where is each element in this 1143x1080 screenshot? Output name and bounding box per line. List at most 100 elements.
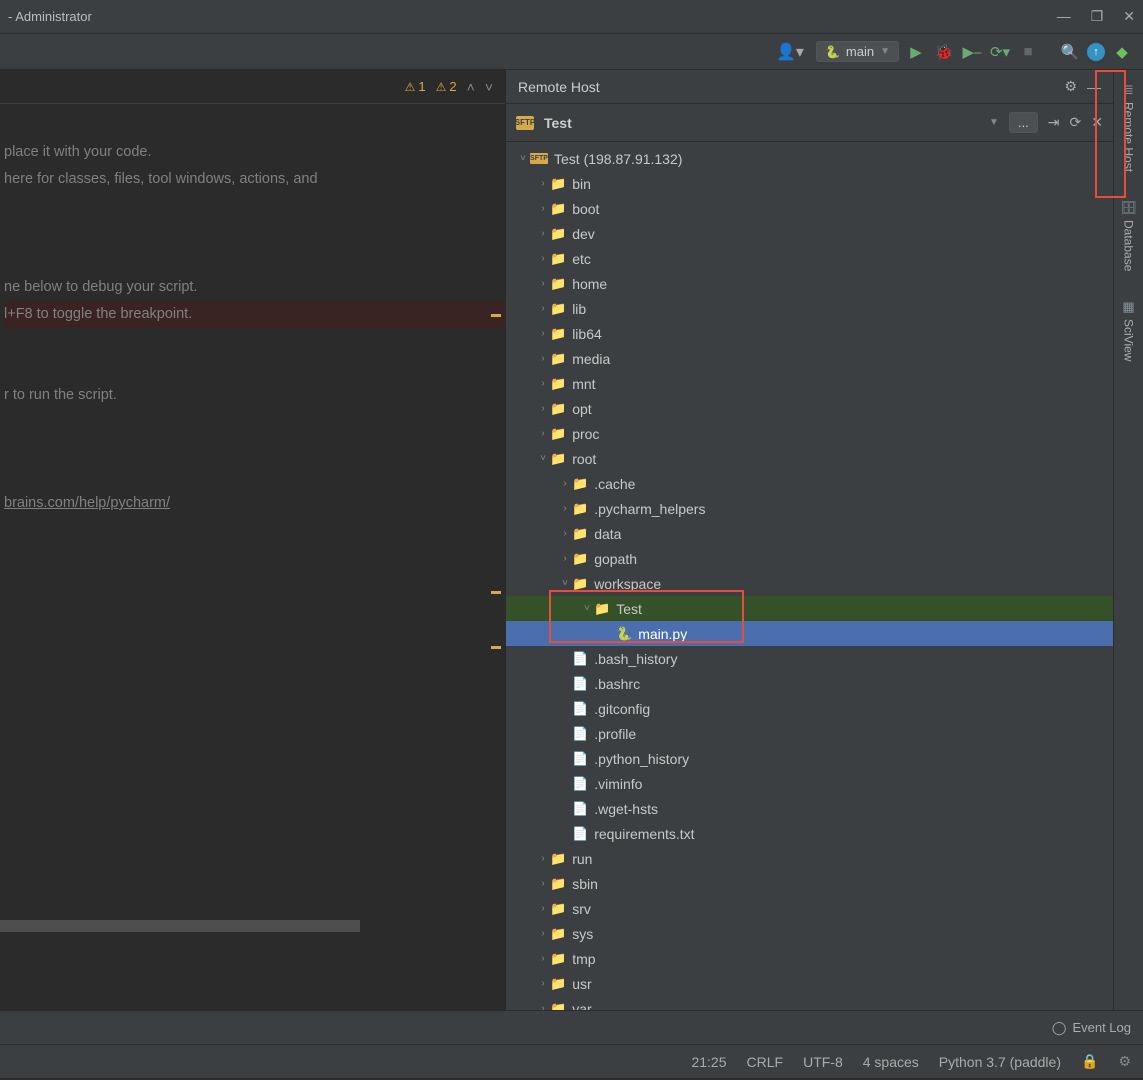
tree-label: mnt [572, 376, 595, 392]
tree-file[interactable]: 📄.bashrc [506, 671, 1113, 696]
chevron-right-icon: › [536, 928, 550, 939]
chevron-right-icon: › [536, 853, 550, 864]
tree-file[interactable]: 📄.viminfo [506, 771, 1113, 796]
tree-label: opt [572, 401, 591, 417]
profile-button[interactable]: ⟳▾ [989, 43, 1011, 61]
chevron-down-icon: ˅ [516, 153, 530, 164]
maximize-button[interactable]: ❐ [1091, 8, 1104, 25]
chevron-right-icon: › [536, 328, 550, 339]
stop-button[interactable]: ■ [1017, 43, 1039, 60]
chevron-down-icon[interactable]: ▼ [989, 117, 999, 128]
tree-file[interactable]: 📄.gitconfig [506, 696, 1113, 721]
tree-label: srv [572, 901, 591, 917]
tree-folder[interactable]: ›📁sbin [506, 871, 1113, 896]
tree-folder[interactable]: ›📁opt [506, 396, 1113, 421]
upload-button[interactable]: ↑ [1087, 43, 1105, 61]
minimize-button[interactable]: — [1057, 8, 1071, 25]
chevron-right-icon: › [558, 528, 572, 539]
chevron-right-icon: › [536, 1003, 550, 1010]
close-icon[interactable]: ✕ [1091, 114, 1103, 131]
search-button[interactable]: 🔍 [1059, 43, 1081, 61]
sftp-icon: SFTP [516, 116, 534, 130]
tab-remote-host[interactable]: ≣Remote Host [1120, 76, 1138, 178]
tree-file[interactable]: 📄.bash_history [506, 646, 1113, 671]
tree-folder-workspace[interactable]: ˅ 📁 workspace [506, 571, 1113, 596]
horizontal-scrollbar[interactable] [0, 920, 360, 932]
browse-button[interactable]: ... [1009, 112, 1038, 133]
tree-root[interactable]: ˅ SFTP Test (198.87.91.132) [506, 146, 1113, 171]
tree-folder[interactable]: ›📁dev [506, 221, 1113, 246]
tree-folder[interactable]: ›📁proc [506, 421, 1113, 446]
tree-folder[interactable]: ›📁boot [506, 196, 1113, 221]
run-button[interactable]: ▶ [905, 43, 927, 61]
tree-folder[interactable]: ›📁media [506, 346, 1113, 371]
tree-folder[interactable]: ›📁etc [506, 246, 1113, 271]
code-url[interactable]: brains.com/help/pycharm/ [4, 495, 170, 511]
tree-file[interactable]: 📄.wget-hsts [506, 796, 1113, 821]
file-icon: 📄 [572, 751, 588, 767]
tree-file[interactable]: 📄.python_history [506, 746, 1113, 771]
tree-file-main[interactable]: 🐍 main.py [506, 621, 1113, 646]
tree-label: .gitconfig [594, 701, 650, 717]
nav-up[interactable]: ˄ [467, 79, 475, 95]
gear-icon[interactable]: ⚙ [1064, 78, 1077, 95]
run-configuration-selector[interactable]: 🐍 main ▼ [816, 41, 899, 62]
event-log-button[interactable]: ◯ Event Log [1052, 1020, 1131, 1036]
tree-folder[interactable]: ›📁gopath [506, 546, 1113, 571]
tree-folder[interactable]: ›📁srv [506, 896, 1113, 921]
tree-file-requirements[interactable]: 📄 requirements.txt [506, 821, 1113, 846]
tree-folder[interactable]: ›📁mnt [506, 371, 1113, 396]
tree-folder-root[interactable]: ˅ 📁 root [506, 446, 1113, 471]
cursor-position[interactable]: 21:25 [691, 1054, 726, 1070]
tree-folder-test[interactable]: ˅ 📁 Test [506, 596, 1113, 621]
collapse-icon[interactable]: ⇥ [1048, 114, 1060, 131]
folder-icon: 📁 [550, 926, 566, 942]
close-button[interactable]: ✕ [1123, 8, 1135, 25]
file-icon: 📄 [572, 776, 588, 792]
chevron-right-icon: › [536, 303, 550, 314]
code-editor[interactable]: place it with your code. here for classe… [0, 104, 505, 544]
lock-icon[interactable]: 🔒 [1081, 1053, 1098, 1070]
user-icon[interactable]: 👤▾ [776, 42, 804, 62]
tree-folder[interactable]: ›📁tmp [506, 946, 1113, 971]
tree-folder[interactable]: ›📁lib64 [506, 321, 1113, 346]
tree-file[interactable]: 📄.profile [506, 721, 1113, 746]
tab-database[interactable]: 🗄Database [1118, 194, 1139, 277]
indent[interactable]: 4 spaces [863, 1054, 919, 1070]
encoding[interactable]: UTF-8 [803, 1054, 843, 1070]
refresh-icon[interactable]: ⟳ [1070, 114, 1082, 131]
minimize-panel-icon[interactable]: — [1087, 79, 1101, 95]
tab-sciview[interactable]: ▦SciView [1120, 293, 1138, 367]
nav-down[interactable]: ˅ [485, 79, 493, 95]
tree-label: usr [572, 976, 591, 992]
tree-folder[interactable]: ›📁sys [506, 921, 1113, 946]
interpreter[interactable]: Python 3.7 (paddle) [939, 1054, 1061, 1070]
file-tree[interactable]: ˅ SFTP Test (198.87.91.132) ›📁bin›📁boot›… [506, 142, 1113, 1010]
folder-icon: 📁 [550, 301, 566, 317]
text-file-icon: 📄 [572, 826, 588, 842]
warning-icon: ⚠ [436, 80, 447, 94]
chevron-right-icon: › [536, 953, 550, 964]
panel-toolbar: SFTP Test ▼ ... ⇥ ⟳ ✕ [506, 104, 1113, 142]
tool-icon[interactable]: ⚙ [1118, 1053, 1131, 1070]
tree-label: .bash_history [594, 651, 677, 667]
tree-folder[interactable]: ›📁.pycharm_helpers [506, 496, 1113, 521]
coverage-button[interactable]: ▶⎯ [961, 43, 983, 61]
folder-icon: 📁 [550, 451, 566, 467]
warning-badge-1[interactable]: ⚠1 [405, 79, 426, 94]
tree-folder[interactable]: ›📁lib [506, 296, 1113, 321]
tree-folder[interactable]: ›📁usr [506, 971, 1113, 996]
warning-badge-2[interactable]: ⚠2 [436, 79, 457, 94]
tree-folder[interactable]: ›📁.cache [506, 471, 1113, 496]
space-button[interactable]: ◆ [1111, 43, 1133, 61]
chevron-right-icon: › [536, 903, 550, 914]
tree-folder[interactable]: ›📁var [506, 996, 1113, 1010]
debug-button[interactable]: 🐞 [933, 43, 955, 61]
tree-folder[interactable]: ›📁data [506, 521, 1113, 546]
tree-folder[interactable]: ›📁bin [506, 171, 1113, 196]
tree-folder[interactable]: ›📁run [506, 846, 1113, 871]
tree-folder[interactable]: ›📁home [506, 271, 1113, 296]
folder-icon: 📁 [550, 201, 566, 217]
chevron-right-icon: › [536, 428, 550, 439]
line-ending[interactable]: CRLF [747, 1054, 784, 1070]
